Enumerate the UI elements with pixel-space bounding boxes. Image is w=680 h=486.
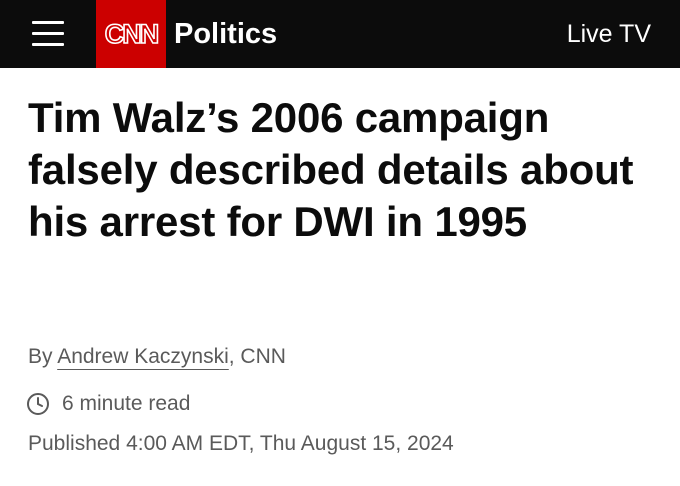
byline-prefix: By bbox=[28, 345, 58, 368]
byline-source: , CNN bbox=[228, 345, 286, 368]
read-time-label: 6 minute read bbox=[62, 392, 191, 415]
published-timestamp: Published 4:00 AM EDT, Thu August 15, 20… bbox=[28, 432, 454, 455]
cnn-logo-mark: CNN bbox=[104, 18, 161, 50]
hamburger-menu-icon[interactable] bbox=[32, 18, 64, 50]
live-tv-link[interactable]: Live TV bbox=[567, 17, 651, 51]
clock-icon bbox=[27, 393, 49, 415]
byline: By Andrew Kaczynski, CNN bbox=[28, 342, 286, 372]
read-time: 6 minute read bbox=[26, 389, 190, 419]
section-title-politics[interactable]: Politics bbox=[174, 15, 277, 53]
menu-line bbox=[32, 32, 64, 35]
author-link[interactable]: Andrew Kaczynski bbox=[57, 345, 229, 368]
top-navigation-bar: CNN Politics Live TV bbox=[0, 0, 680, 68]
menu-line bbox=[32, 21, 64, 24]
cnn-logo-text: CNN bbox=[105, 19, 158, 49]
cnn-logo[interactable]: CNN bbox=[96, 0, 166, 68]
article-headline: Tim Walz’s 2006 campaign falsely describ… bbox=[28, 94, 634, 245]
menu-line bbox=[32, 43, 64, 46]
